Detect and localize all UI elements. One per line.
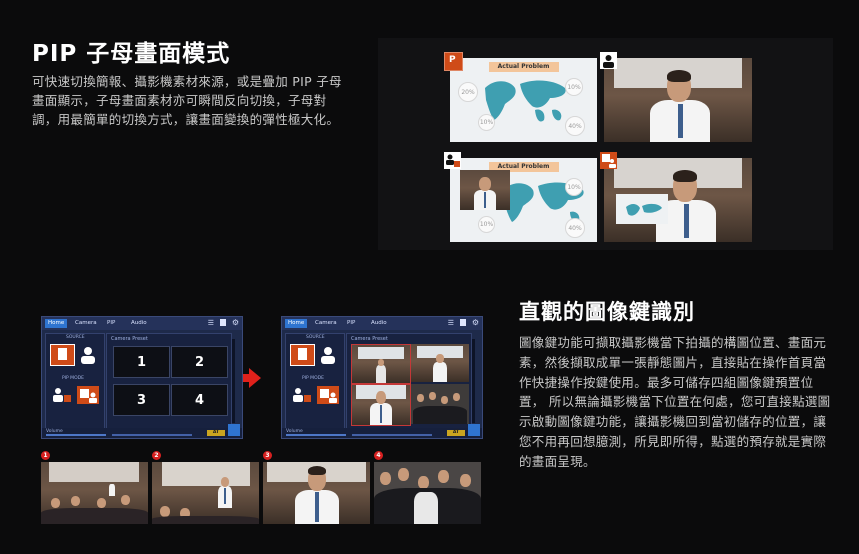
source-label: SOURCE	[306, 335, 325, 340]
stat-circle: 10%	[565, 78, 583, 96]
quick-action-button[interactable]	[468, 424, 480, 436]
preset-slot-4[interactable]: 4	[171, 384, 228, 416]
user-icon[interactable]	[460, 319, 466, 326]
preset-slot-2[interactable]: 2	[171, 346, 228, 378]
pip-slide-thumb: Actual Problem 20% 10% 10% 40%	[450, 58, 597, 142]
list-icon[interactable]: ☰	[208, 319, 214, 327]
presentation-source-icon: P	[444, 52, 463, 71]
source-panel: SOURCE PIP MODE	[45, 333, 105, 429]
preset-image-4[interactable]	[411, 384, 469, 424]
brand-logo: AT	[447, 430, 465, 436]
stat-circle: 10%	[478, 114, 495, 131]
source-panel: SOURCE PIP MODE	[285, 333, 345, 429]
preset-photo-3	[263, 462, 370, 524]
person-source-icon	[600, 52, 617, 69]
preset-image-3[interactable]	[351, 384, 411, 426]
image-key-section-title: 直觀的圖像鍵識別	[519, 300, 695, 324]
presentation-source-button[interactable]	[50, 344, 75, 366]
volume-slider[interactable]	[46, 434, 106, 436]
preset-slot-1[interactable]: 1	[113, 346, 170, 378]
tab-pip[interactable]: PIP	[104, 319, 118, 328]
preset-slot-3[interactable]: 3	[113, 384, 170, 416]
preset-number-badge: 2	[152, 451, 161, 460]
pip-example-grid: Actual Problem 20% 10% 10% 40% P Actual …	[378, 38, 833, 250]
pip-mode-label: PIP MODE	[62, 376, 84, 381]
pip-speaker-on-slide-icon	[444, 152, 461, 169]
tab-camera[interactable]: Camera	[72, 319, 100, 328]
pip-speaker-with-slide-thumb	[604, 158, 752, 242]
stat-circle: 10%	[478, 216, 495, 233]
control-app-before: Home Camera PIP Audio ☰ ⚙ SOURCE PIP MOD…	[41, 316, 243, 439]
pip-mode-b-button[interactable]	[77, 386, 99, 404]
gear-icon[interactable]: ⚙	[472, 318, 479, 327]
pip-section-title: PIP 子母畫面模式	[32, 41, 231, 67]
pip-mode-a-button[interactable]	[50, 386, 72, 404]
audio-level-meter	[232, 339, 235, 423]
preset-photo-4	[374, 462, 481, 524]
pip-mode-b-button[interactable]	[317, 386, 339, 404]
pip-mode-label: PIP MODE	[302, 376, 324, 381]
tab-audio[interactable]: Audio	[128, 319, 150, 328]
quick-action-button[interactable]	[228, 424, 240, 436]
gain-slider[interactable]	[112, 434, 192, 436]
preset-image-1[interactable]	[351, 344, 411, 384]
preset-number-badge: 3	[263, 451, 272, 460]
tab-pip[interactable]: PIP	[344, 319, 358, 328]
pip-slide-on-speaker-icon	[600, 152, 617, 169]
pip-inset-slide	[616, 194, 668, 224]
preset-number-badge: 1	[41, 451, 50, 460]
camera-source-button[interactable]	[317, 345, 339, 365]
list-icon[interactable]: ☰	[448, 319, 454, 327]
audio-level-meter	[472, 339, 475, 423]
gear-icon[interactable]: ⚙	[232, 318, 239, 327]
tab-audio[interactable]: Audio	[368, 319, 390, 328]
user-icon[interactable]	[220, 319, 226, 326]
right-arrow-icon	[249, 368, 261, 388]
tab-home[interactable]: Home	[45, 319, 68, 328]
stat-circle: 20%	[458, 82, 478, 102]
gain-slider[interactable]	[352, 434, 432, 436]
control-app-after: Home Camera PIP Audio ☰ ⚙ SOURCE PIP MOD…	[281, 316, 483, 439]
slide-title: Actual Problem	[488, 62, 559, 72]
preset-panel-label: Camera Preset	[111, 336, 148, 342]
stat-circle: 10%	[565, 178, 583, 196]
camera-source-button[interactable]	[77, 345, 99, 365]
brand-logo: AT	[207, 430, 225, 436]
preset-panel-label: Camera Preset	[351, 336, 388, 342]
volume-slider[interactable]	[286, 434, 346, 436]
image-key-section-description: 圖像鍵功能可擷取攝影機當下拍攝的構圖位置、畫面元素，然後擷取成單一張靜態圖片，直…	[519, 335, 831, 469]
presentation-source-button[interactable]	[290, 344, 315, 366]
volume-bar: Volume AT	[282, 428, 482, 438]
source-label: SOURCE	[66, 335, 85, 340]
stat-circle: 40%	[565, 116, 585, 136]
pip-inset-speaker	[460, 170, 510, 210]
pip-slide-with-speaker-thumb: Actual Problem 10% 10% 40%	[450, 158, 597, 242]
camera-preset-panel: Camera Preset	[346, 333, 472, 429]
tab-home[interactable]: Home	[285, 319, 308, 328]
volume-bar: Volume AT	[42, 428, 242, 438]
app-tab-bar: Home Camera PIP Audio ☰ ⚙	[42, 317, 242, 330]
camera-preset-panel: Camera Preset 1 2 3 4	[106, 333, 232, 429]
camera-speaker-thumb	[604, 58, 752, 142]
app-tab-bar: Home Camera PIP Audio ☰ ⚙	[282, 317, 482, 330]
stat-circle: 40%	[565, 218, 585, 238]
preset-number-badge: 4	[374, 451, 383, 460]
pip-mode-a-button[interactable]	[290, 386, 312, 404]
preset-photo-1	[41, 462, 148, 524]
preset-photo-2	[152, 462, 259, 524]
preset-image-2[interactable]	[411, 344, 469, 382]
tab-camera[interactable]: Camera	[312, 319, 340, 328]
pip-section-description: 可快速切換簡報、攝影機素材來源，或是疊加 PIP 子母畫面顯示，子母畫面素材亦可…	[32, 74, 342, 127]
